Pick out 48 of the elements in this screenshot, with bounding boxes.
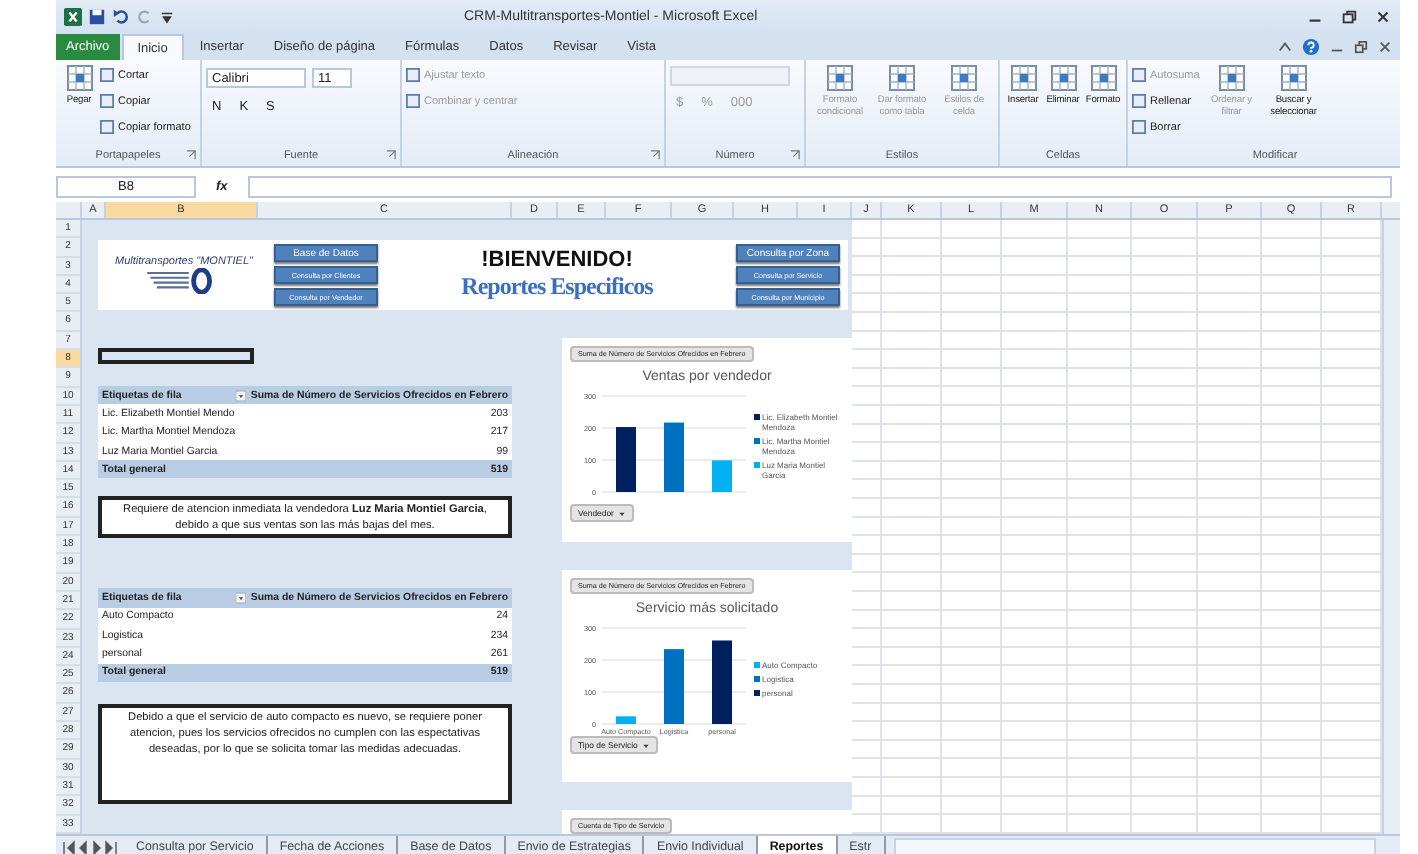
square-icon bbox=[406, 94, 420, 108]
square-icon bbox=[1132, 68, 1146, 82]
collapse-ribbon-icon[interactable] bbox=[1278, 39, 1292, 53]
sheet-icon bbox=[1009, 64, 1037, 92]
square-icon bbox=[100, 94, 114, 108]
welcome-heading: !BIENVENIDO! bbox=[481, 248, 633, 272]
chart-bar bbox=[664, 649, 684, 724]
dialog-launcher-icon[interactable] bbox=[650, 150, 660, 160]
active-cell[interactable] bbox=[98, 348, 254, 364]
dialog-launcher-icon[interactable] bbox=[790, 150, 800, 160]
horizontal-scrollbar[interactable] bbox=[893, 838, 1376, 854]
chart-bar bbox=[712, 460, 732, 492]
dialog-launcher-icon[interactable] bbox=[186, 150, 196, 160]
chart-bar bbox=[616, 427, 636, 492]
square-icon bbox=[1132, 94, 1146, 108]
close-icon[interactable] bbox=[1378, 39, 1392, 53]
dropdown-caret-icon bbox=[641, 741, 650, 749]
sheet-icon bbox=[888, 64, 916, 92]
filter-dropdown-icon[interactable] bbox=[236, 389, 247, 402]
close-icon[interactable] bbox=[1374, 7, 1392, 25]
sheet-icon bbox=[1089, 64, 1117, 92]
reports-title: Reportes Especificos bbox=[461, 272, 653, 302]
square-icon bbox=[100, 68, 114, 82]
sheet-icon bbox=[1217, 64, 1246, 92]
filter-dropdown-icon[interactable] bbox=[236, 592, 247, 605]
formula-input-field[interactable] bbox=[247, 175, 1392, 197]
chart-bar bbox=[664, 422, 684, 492]
help-icon[interactable] bbox=[1302, 37, 1320, 55]
sheet-navigation-icon[interactable] bbox=[62, 839, 118, 854]
sheet-icon bbox=[950, 64, 978, 92]
sheet-icon bbox=[826, 64, 854, 92]
square-icon bbox=[406, 68, 420, 82]
dropdown-caret-icon bbox=[617, 509, 626, 517]
restore-icon[interactable] bbox=[1354, 39, 1368, 53]
spreadsheet-app-icon[interactable] bbox=[64, 7, 82, 25]
square-icon bbox=[1132, 120, 1146, 134]
sheet-icon bbox=[1049, 64, 1077, 92]
undo-icon[interactable] bbox=[112, 7, 130, 25]
chart-bar bbox=[712, 640, 732, 724]
customize-caret-icon[interactable] bbox=[160, 9, 174, 23]
sheet-icon bbox=[65, 64, 93, 92]
vertical-scrollbar[interactable] bbox=[1382, 220, 1400, 834]
sheet-icon bbox=[1279, 64, 1308, 92]
chart-bar bbox=[616, 716, 636, 724]
save-icon[interactable] bbox=[88, 7, 106, 25]
restore-icon[interactable] bbox=[1340, 7, 1358, 25]
square-icon bbox=[100, 120, 114, 134]
dialog-launcher-icon[interactable] bbox=[386, 150, 396, 160]
